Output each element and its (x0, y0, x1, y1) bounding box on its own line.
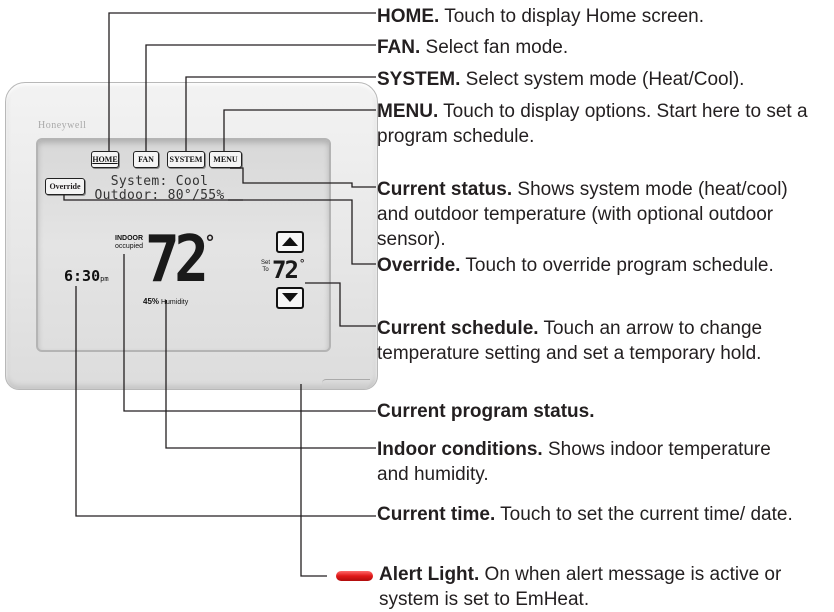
leader-system (185, 76, 376, 152)
leader-program-status (123, 254, 376, 412)
callout-home: HOME. Touch to display Home screen. (377, 6, 705, 27)
callout-current-time: Current time. Touch to set the current t… (377, 504, 793, 525)
leader-time (75, 286, 376, 517)
callout-system: SYSTEM. Select system mode (Heat/Cool). (377, 69, 745, 90)
callout-alert-light: Alert Light. On when alert message is ac… (379, 564, 782, 610)
callout-override: Override. Touch to override program sche… (377, 255, 774, 276)
callout-fan: FAN. Select fan mode. (377, 37, 569, 58)
leader-override (63, 194, 376, 265)
callout-current-schedule: Current schedule. Touch an arrow to chan… (377, 318, 763, 364)
leader-home (108, 12, 376, 152)
callout-menu: MENU. Touch to display options. Start he… (377, 101, 808, 147)
thermostat-callout-diagram: Honeywell HOME FAN SYSTEM MENU Override … (0, 0, 834, 610)
callout-indoor-conditions: Indoor conditions. Shows indoor temperat… (377, 439, 771, 485)
leader-alert (300, 384, 327, 577)
alert-light-icon (336, 571, 373, 581)
leader-fan (145, 44, 376, 152)
leader-indoor (165, 300, 376, 449)
leader-status (228, 167, 376, 201)
leader-schedule (305, 282, 376, 327)
leader-menu (223, 109, 376, 152)
callout-current-status: Current status. Shows system mode (heat/… (377, 179, 788, 250)
callout-program-status: Current program status. (377, 401, 595, 422)
